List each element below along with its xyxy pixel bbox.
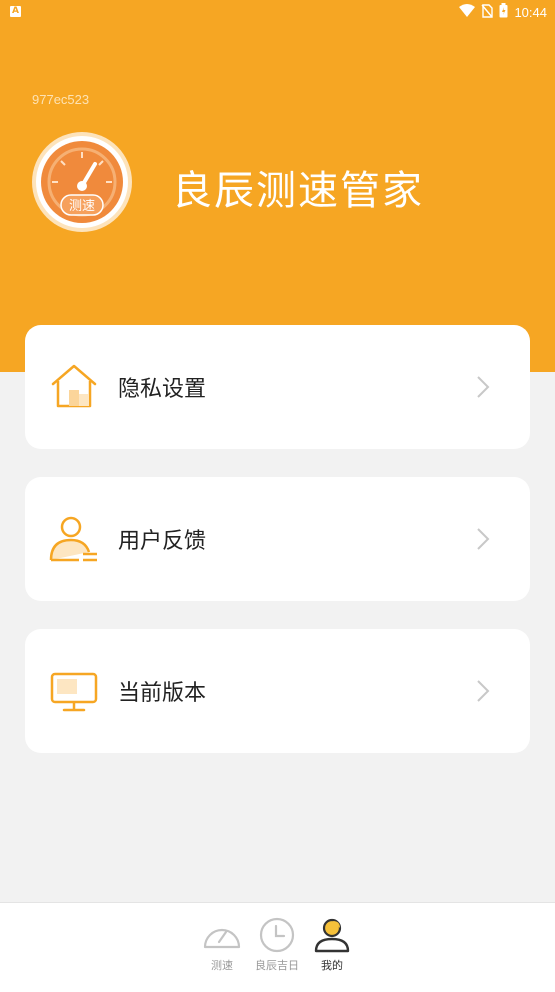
clock-icon xyxy=(247,917,307,953)
monitor-icon xyxy=(49,666,99,716)
tab-mine[interactable]: 我的 xyxy=(302,917,362,973)
chevron-right-icon xyxy=(476,679,490,703)
status-bar: A 10:44 xyxy=(0,0,555,24)
menu-item-privacy-settings[interactable]: 隐私设置 xyxy=(25,325,530,449)
menu-item-label: 用户反馈 xyxy=(118,529,207,554)
home-icon xyxy=(49,362,99,412)
no-sim-icon xyxy=(481,3,494,22)
wifi-icon xyxy=(459,3,476,22)
tab-label: 测速 xyxy=(211,959,233,972)
bottom-tab-bar: 测速 良辰吉日 我的 xyxy=(0,902,555,992)
tab-auspicious-day[interactable]: 良辰吉日 xyxy=(247,917,307,973)
notification-badge: A xyxy=(10,6,21,17)
chevron-right-icon xyxy=(476,527,490,551)
menu-item-user-feedback[interactable]: 用户反馈 xyxy=(25,477,530,601)
battery-icon xyxy=(499,3,508,22)
app-logo: 测速 xyxy=(31,131,133,233)
device-id: 977ec523 xyxy=(32,92,90,107)
logo-text: 测速 xyxy=(69,199,95,214)
menu-item-label: 当前版本 xyxy=(118,681,207,706)
status-icons: 10:44 xyxy=(459,3,547,22)
tab-label: 我的 xyxy=(321,959,343,972)
user-feedback-icon xyxy=(49,514,99,564)
tab-label: 良辰吉日 xyxy=(255,959,299,972)
menu-item-current-version[interactable]: 当前版本 xyxy=(25,629,530,753)
chevron-right-icon xyxy=(476,375,490,399)
tab-speed-test[interactable]: 测速 xyxy=(192,917,252,973)
menu-item-label: 隐私设置 xyxy=(118,377,207,402)
speedometer-icon xyxy=(192,917,252,953)
app-title: 良辰测速管家 xyxy=(172,168,424,214)
status-time: 10:44 xyxy=(514,5,547,20)
profile-icon xyxy=(302,917,362,953)
